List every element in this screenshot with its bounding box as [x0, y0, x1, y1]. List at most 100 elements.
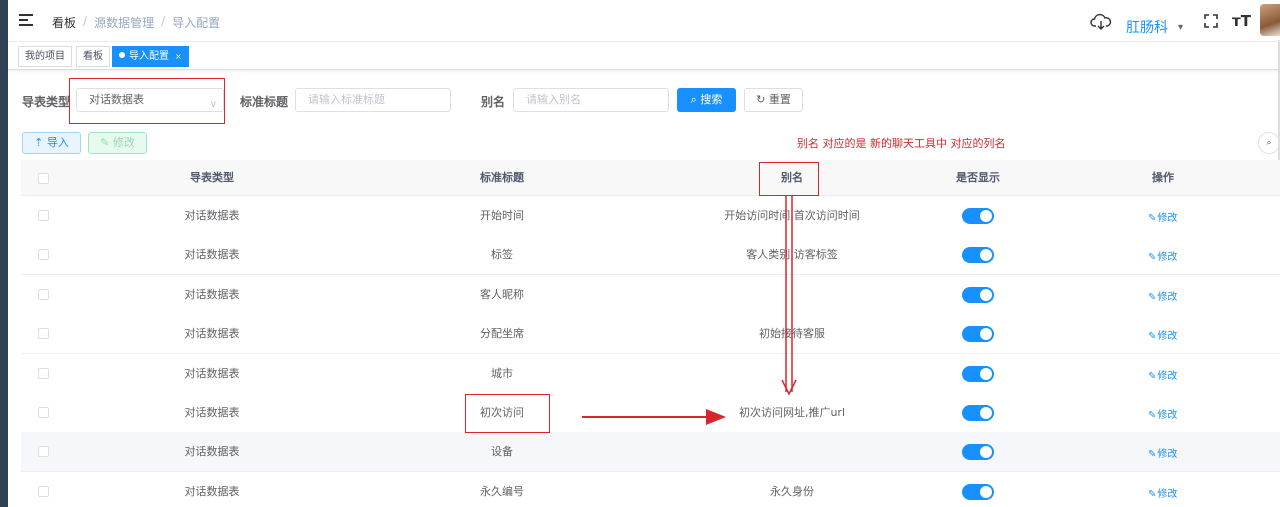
import-button[interactable]: ⇡ 导入 — [22, 132, 81, 154]
table-row: 对话数据表 初次访问 初次访问网址,推广url ✎修改 — [21, 393, 1280, 433]
tags-view: 我的项目 看板 导入配置 × — [8, 42, 1280, 70]
row-edit-link[interactable]: ✎修改 — [1148, 288, 1177, 303]
row-checkbox[interactable] — [38, 249, 49, 261]
show-toggle[interactable] — [962, 247, 994, 264]
table-row: 对话数据表 客人昵称 ✎修改 — [21, 274, 1280, 315]
edit-icon: ✎ — [1148, 291, 1157, 303]
row-checkbox[interactable] — [38, 288, 49, 300]
search-button[interactable]: ⌕ 搜索 — [677, 88, 736, 112]
cell-alias: 永久身份 — [770, 484, 814, 498]
upload-icon: ⇡ — [34, 136, 47, 149]
cell-alias: 初始接待客服 — [759, 327, 825, 341]
column-header-shown: 是否显示 — [956, 171, 1000, 184]
cell-alias — [692, 275, 892, 314]
breadcrumb-separator: / — [83, 14, 88, 28]
tag-my-projects[interactable]: 我的项目 — [18, 46, 72, 67]
edit-icon: ✎ — [1148, 213, 1157, 224]
alias-input[interactable]: 请输入别名 — [513, 88, 669, 112]
column-header-title: 标准标题 — [480, 171, 524, 184]
column-header-actions: 操作 — [1152, 171, 1174, 184]
show-toggle[interactable] — [962, 208, 994, 224]
cell-type: 对话数据表 — [184, 445, 240, 459]
font-size-icon[interactable]: тT — [1232, 12, 1251, 30]
cell-alias: 客人类别,访客标签 — [746, 248, 838, 262]
show-toggle[interactable] — [962, 483, 994, 500]
breadcrumb-item-dashboard[interactable]: 看板 — [52, 14, 76, 31]
row-edit-link[interactable]: ✎修改 — [1148, 485, 1177, 500]
cell-type: 对话数据表 — [184, 287, 240, 301]
row-edit-link[interactable]: ✎修改 — [1148, 327, 1177, 342]
show-toggle[interactable] — [962, 444, 994, 461]
cell-alias — [692, 354, 892, 393]
cell-type: 对话数据表 — [184, 327, 240, 341]
show-toggle[interactable] — [962, 405, 994, 421]
row-checkbox[interactable] — [38, 367, 49, 379]
alias-label: 别名 — [481, 95, 506, 109]
row-edit-link[interactable]: ✎修改 — [1148, 248, 1177, 263]
row-checkbox[interactable] — [38, 328, 49, 340]
cell-alias: 开始访问时间,首次访问时间 — [724, 209, 860, 222]
breadcrumb: 看板 / 源数据管理 / 导入配置 — [52, 14, 220, 31]
edit-icon: ✎ — [100, 136, 113, 149]
edit-button[interactable]: ✎ 修改 — [88, 132, 147, 154]
table-row: 对话数据表 设备 ✎修改 — [21, 432, 1280, 473]
cell-type: 对话数据表 — [184, 406, 240, 419]
row-checkbox[interactable] — [38, 210, 49, 221]
active-dot-icon — [119, 52, 125, 58]
type-label: 导表类型 — [22, 95, 71, 109]
breadcrumb-item-source-data: 源数据管理 — [94, 16, 155, 30]
tag-dashboard[interactable]: 看板 — [76, 46, 110, 67]
row-checkbox[interactable] — [38, 485, 49, 497]
edit-icon: ✎ — [1148, 252, 1157, 264]
row-checkbox[interactable] — [38, 446, 49, 458]
fullscreen-icon[interactable] — [1204, 14, 1218, 28]
cloud-download-icon[interactable] — [1090, 13, 1112, 31]
cell-alias: 初次访问网址,推广url — [738, 406, 846, 419]
row-edit-link[interactable]: ✎修改 — [1148, 445, 1177, 460]
row-checkbox[interactable] — [38, 407, 49, 418]
row-edit-link[interactable]: ✎修改 — [1148, 367, 1177, 382]
show-toggle[interactable] — [962, 365, 994, 382]
close-icon[interactable]: × — [175, 52, 182, 61]
cell-title: 永久编号 — [480, 484, 524, 498]
column-header-type: 导表类型 — [190, 171, 234, 184]
show-toggle[interactable] — [962, 326, 994, 343]
edit-icon: ✎ — [1148, 488, 1157, 500]
show-toggle[interactable] — [962, 286, 994, 303]
sidebar-edge — [0, 0, 8, 507]
breadcrumb-item-import-config: 导入配置 — [172, 16, 221, 30]
cell-alias — [692, 432, 892, 471]
tag-import-config[interactable]: 导入配置 × — [112, 46, 189, 67]
cell-title: 客人昵称 — [480, 287, 524, 301]
title-input[interactable]: 请输入标准标题 — [295, 88, 451, 112]
annotation-box-alias-header — [759, 162, 819, 196]
search-toggle-icon[interactable]: ⌕ — [1258, 132, 1280, 154]
avatar[interactable] — [1260, 4, 1280, 36]
refresh-icon: ↻ — [756, 93, 769, 106]
search-icon: ⌕ — [690, 93, 701, 106]
table-header: 导表类型 标准标题 别名 是否显示 操作 — [21, 160, 1280, 196]
cell-type: 对话数据表 — [184, 366, 240, 380]
hamburger-icon[interactable] — [19, 14, 33, 26]
cell-title: 城市 — [491, 366, 513, 380]
select-all-checkbox[interactable] — [38, 173, 49, 184]
breadcrumb-separator: / — [161, 14, 166, 28]
chevron-down-icon[interactable]: ▾ — [1178, 22, 1183, 33]
cell-title: 开始时间 — [480, 209, 524, 222]
row-edit-link[interactable]: ✎修改 — [1148, 406, 1177, 421]
reset-button[interactable]: ↻ 重置 — [744, 88, 803, 112]
cell-type: 对话数据表 — [184, 484, 240, 498]
row-edit-link[interactable]: ✎修改 — [1148, 209, 1177, 224]
table-row: 对话数据表 城市 ✎修改 — [21, 353, 1280, 394]
edit-icon: ✎ — [1148, 331, 1157, 343]
cell-title: 分配坐席 — [480, 327, 524, 341]
edit-icon: ✎ — [1148, 410, 1157, 421]
cell-type: 对话数据表 — [184, 209, 240, 222]
annotation-box-first-visit — [465, 394, 550, 433]
cell-title: 设备 — [491, 445, 513, 459]
table-row: 对话数据表 分配坐席 初始接待客服 ✎修改 — [21, 314, 1280, 355]
navbar: 看板 / 源数据管理 / 导入配置 肛肠科 ▾ тT — [8, 0, 1280, 42]
cell-type: 对话数据表 — [184, 248, 240, 262]
table-row: 对话数据表 永久编号 永久身份 ✎修改 — [21, 471, 1280, 507]
user-name[interactable]: 肛肠科 — [1126, 17, 1168, 37]
